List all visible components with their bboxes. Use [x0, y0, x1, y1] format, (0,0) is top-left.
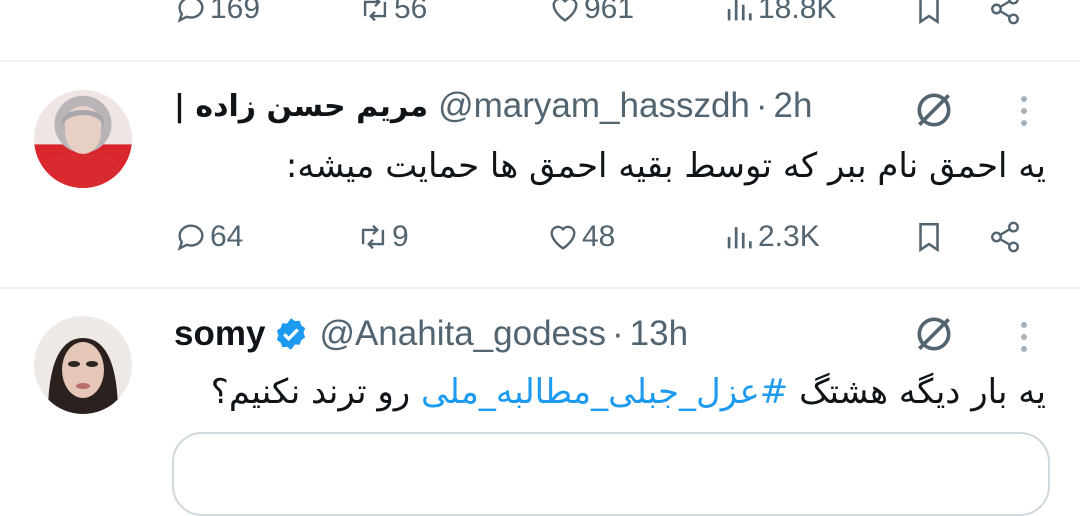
tweet-text-part: یه بار دیگه هشتگ: [799, 372, 1046, 412]
like-count: 48: [582, 220, 616, 253]
reply-button[interactable]: 64: [174, 220, 243, 254]
bookmark-icon: [919, 0, 939, 25]
tweet-text: یه بار دیگه هشتگ #عزل_جبلی_مطالبه_ملی رو…: [211, 372, 1046, 412]
separator-dot: ·: [755, 86, 768, 125]
views-button[interactable]: 18.8K: [722, 0, 836, 26]
divider: [0, 60, 1080, 62]
views-icon: [727, 0, 752, 21]
tweet-text: یه احمق نام ببر که توسط بقیه احمق ها حما…: [285, 146, 1046, 186]
retweet-button[interactable]: 9: [356, 220, 409, 254]
tweet-header: somy @Anahita_godess · 13h: [174, 314, 688, 354]
reply-icon: [177, 224, 204, 251]
share-icon: [991, 0, 1019, 25]
share-button[interactable]: [988, 0, 1022, 26]
share-icon: [991, 221, 1019, 253]
retweet-count: 9: [392, 220, 409, 253]
tweet-text-part: رو ترند نکنیم؟: [210, 372, 411, 412]
timestamp[interactable]: 13h: [630, 314, 688, 354]
avatar[interactable]: [34, 316, 132, 414]
views-button[interactable]: 2.3K: [722, 220, 820, 254]
reply-icon: [177, 0, 204, 23]
reply-count: 64: [210, 220, 244, 253]
avatar[interactable]: [34, 90, 132, 188]
user-handle[interactable]: @Anahita_godess: [319, 314, 606, 354]
retweet-button[interactable]: 56: [358, 0, 427, 26]
like-count: 961: [584, 0, 635, 25]
heart-icon: [550, 225, 576, 250]
bookmark-button[interactable]: [912, 0, 946, 26]
views-icon: [727, 227, 752, 249]
grok-icon[interactable]: [912, 88, 956, 132]
divider: [0, 287, 1080, 289]
bookmark-icon: [919, 222, 939, 253]
share-button[interactable]: [988, 220, 1022, 254]
display-name[interactable]: somy: [174, 314, 265, 354]
more-options-icon[interactable]: [1019, 90, 1029, 132]
retweet-icon: [363, 0, 387, 22]
bookmark-button[interactable]: [912, 220, 946, 254]
hashtag-link[interactable]: #عزل_جبلی_مطالبه_ملی: [421, 372, 788, 412]
verified-badge-icon: [277, 318, 306, 350]
views-count: 2.3K: [758, 220, 820, 253]
views-count: 18.8K: [758, 0, 837, 25]
reply-count: 169: [210, 0, 261, 25]
grok-icon[interactable]: [912, 312, 956, 356]
retweet-count: 56: [394, 0, 428, 25]
separator-dot: ·: [612, 314, 624, 353]
more-options-icon[interactable]: [1019, 316, 1029, 358]
retweet-icon: [361, 224, 385, 250]
like-button[interactable]: 961: [548, 0, 634, 26]
tweet-header: مریم حسن زاده | @maryam_hasszdh · 2h: [174, 86, 812, 126]
display-name[interactable]: مریم حسن زاده |: [174, 89, 428, 124]
quoted-tweet-card[interactable]: [172, 432, 1050, 516]
top-tweet-actions: 169 56 961 18.8K: [0, 0, 1080, 30]
timestamp[interactable]: 2h: [774, 86, 813, 126]
like-button[interactable]: 48: [546, 220, 615, 254]
user-handle[interactable]: @maryam_hasszdh: [438, 86, 750, 126]
heart-icon: [552, 0, 578, 22]
reply-button[interactable]: 169: [174, 0, 260, 26]
